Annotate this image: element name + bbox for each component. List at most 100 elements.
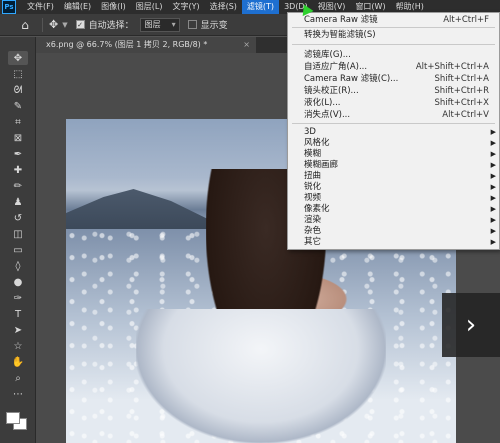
menu-item-render[interactable]: 渲染 ▶ <box>288 215 499 225</box>
zoom-tool-icon[interactable]: ⌕ <box>8 371 28 385</box>
history-brush-tool-icon[interactable]: ↺ <box>8 211 28 225</box>
menu-item-label: 3D <box>304 127 316 137</box>
move-tool-icon[interactable]: ✥ <box>49 18 58 31</box>
menu-item-camera-raw[interactable]: Camera Raw 滤镜(C)... Shift+Ctrl+A <box>288 74 499 84</box>
submenu-arrow-icon: ▶ <box>490 183 496 191</box>
menu-item-label: 风格化 <box>304 138 330 148</box>
menu-item-label: 模糊画廊 <box>304 160 339 170</box>
document-tab[interactable]: x6.png @ 66.7% (图层 1 拷贝 2, RGB/8) * × <box>36 37 256 53</box>
clone-stamp-tool-icon[interactable]: ♟ <box>8 195 28 209</box>
pen-tool-icon[interactable]: ✑ <box>8 291 28 305</box>
menu-divider <box>292 123 495 124</box>
menu-item-label: 扭曲 <box>304 171 322 181</box>
brush-tool-icon[interactable]: ✏ <box>8 179 28 193</box>
path-select-tool-icon[interactable]: ➤ <box>8 323 28 337</box>
menu-item-label: 模糊 <box>304 149 322 159</box>
menu-divider <box>292 27 495 28</box>
submenu-arrow-icon: ▶ <box>490 194 496 202</box>
healing-brush-tool-icon[interactable]: ✚ <box>8 163 28 177</box>
mountain-shape <box>66 189 216 229</box>
photoshop-logo: Ps <box>2 0 16 14</box>
menu-item-label: 像素化 <box>304 204 330 214</box>
menu-layer[interactable]: 图层(L) <box>131 0 168 14</box>
menu-item-label: 液化(L)... <box>304 98 341 108</box>
submenu-arrow-icon: ▶ <box>490 216 496 224</box>
document-tab-title: x6.png @ 66.7% (图层 1 拷贝 2, RGB/8) * <box>46 40 208 49</box>
menu-item-adaptive-wide-angle[interactable]: 自适应广角(A)... Alt+Shift+Ctrl+A <box>288 62 499 72</box>
menu-item-3d[interactable]: 3D ▶ <box>288 127 499 137</box>
type-tool-icon[interactable]: T <box>8 307 28 321</box>
menu-image[interactable]: 图像(I) <box>96 0 131 14</box>
menu-select[interactable]: 选择(S) <box>205 0 242 14</box>
menu-item-label: 自适应广角(A)... <box>304 62 368 72</box>
show-transform-label: 显示变 <box>200 21 228 31</box>
hand-tool-icon[interactable]: ✋ <box>8 355 28 369</box>
menu-item-blur[interactable]: 模糊 ▶ <box>288 149 499 159</box>
menu-item-label: Camera Raw 滤镜 <box>304 15 378 25</box>
gradient-tool-icon[interactable]: ▭ <box>8 243 28 257</box>
divider <box>42 17 43 32</box>
menu-item-label: 转换为智能滤镜(S) <box>304 30 376 40</box>
blur-tool-icon[interactable]: ◊ <box>8 259 28 273</box>
foreground-color-swatch[interactable] <box>6 412 20 424</box>
menu-item-filter-gallery[interactable]: 滤镜库(G)... <box>288 50 499 60</box>
show-transform-checkbox[interactable] <box>187 20 197 29</box>
tools-panel: ✥ ⬚ ᘛ ✎ ⌗ ⊠ ✒ ✚ ✏ ♟ ↺ ◫ ▭ ◊ ● ✑ T ➤ ☆ ✋ … <box>0 37 36 443</box>
menu-item-camera-raw-last[interactable]: Camera Raw 滤镜 Alt+Ctrl+F <box>288 15 499 25</box>
menu-item-liquify[interactable]: 液化(L)... Shift+Ctrl+X <box>288 98 499 108</box>
menu-filter[interactable]: 滤镜(T) <box>241 0 280 14</box>
menu-item-convert-smart-filter[interactable]: 转换为智能滤镜(S) <box>288 30 499 40</box>
lasso-tool-icon[interactable]: ᘛ <box>8 83 28 97</box>
submenu-arrow-icon: ▶ <box>490 227 496 235</box>
menu-item-lens-correction[interactable]: 镜头校正(R)... Shift+Ctrl+R <box>288 86 499 96</box>
menu-item-label: 镜头校正(R)... <box>304 86 359 96</box>
marquee-tool-icon[interactable]: ⬚ <box>8 67 28 81</box>
menu-item-noise[interactable]: 杂色 ▶ <box>288 226 499 236</box>
dodge-tool-icon[interactable]: ● <box>8 275 28 289</box>
menu-item-video[interactable]: 视频 ▶ <box>288 193 499 203</box>
menu-item-label: 视频 <box>304 193 322 203</box>
frame-tool-icon[interactable]: ⊠ <box>8 131 28 145</box>
more-tools-icon[interactable]: ⋯ <box>8 387 28 401</box>
menu-item-sharpen[interactable]: 锐化 ▶ <box>288 182 499 192</box>
shortcut-label: Alt+Ctrl+F <box>443 15 489 25</box>
menu-item-label: 滤镜库(G)... <box>304 50 351 60</box>
submenu-arrow-icon: ▶ <box>490 205 496 213</box>
menu-item-label: 其它 <box>304 237 322 247</box>
submenu-arrow-icon: ▶ <box>490 150 496 158</box>
menu-type[interactable]: 文字(Y) <box>167 0 204 14</box>
submenu-arrow-icon: ▶ <box>490 128 496 136</box>
submenu-arrow-icon: ▶ <box>490 172 496 180</box>
dress-area <box>136 309 386 443</box>
quick-select-tool-icon[interactable]: ✎ <box>8 99 28 113</box>
menu-item-other[interactable]: 其它 ▶ <box>288 237 499 247</box>
menu-file[interactable]: 文件(F) <box>22 0 59 14</box>
eraser-tool-icon[interactable]: ◫ <box>8 227 28 241</box>
chevron-down-icon[interactable]: ▼ <box>62 21 67 29</box>
menu-item-pixelate[interactable]: 像素化 ▶ <box>288 204 499 214</box>
menu-item-label: 锐化 <box>304 182 322 192</box>
menu-divider <box>292 44 495 45</box>
auto-select-label: 自动选择： <box>88 21 134 31</box>
move-tool-icon[interactable]: ✥ <box>8 51 28 65</box>
eyedropper-tool-icon[interactable]: ✒ <box>8 147 28 161</box>
shape-tool-icon[interactable]: ☆ <box>8 339 28 353</box>
menu-item-label: 杂色 <box>304 226 322 236</box>
close-icon[interactable]: × <box>243 37 250 53</box>
shortcut-label: Alt+Ctrl+V <box>442 110 489 120</box>
home-icon[interactable]: ⌂ <box>14 14 36 36</box>
auto-select-dropdown[interactable]: 图层 <box>139 17 180 32</box>
menu-item-label: 消失点(V)... <box>304 110 351 120</box>
submenu-arrow-icon: ▶ <box>490 238 496 246</box>
menu-edit[interactable]: 编辑(E) <box>59 0 96 14</box>
menu-item-distort[interactable]: 扭曲 ▶ <box>288 171 499 181</box>
menu-item-label: Camera Raw 滤镜(C)... <box>304 74 399 84</box>
next-image-button[interactable]: › <box>442 293 500 357</box>
menu-item-vanishing-point[interactable]: 消失点(V)... Alt+Ctrl+V <box>288 110 499 120</box>
menu-item-label: 渲染 <box>304 215 322 225</box>
crop-tool-icon[interactable]: ⌗ <box>8 115 28 129</box>
menu-item-stylize[interactable]: 风格化 ▶ <box>288 138 499 148</box>
submenu-arrow-icon: ▶ <box>490 161 496 169</box>
auto-select-checkbox[interactable]: ✓ <box>75 20 85 29</box>
menu-item-blur-gallery[interactable]: 模糊画廊 ▶ <box>288 160 499 170</box>
